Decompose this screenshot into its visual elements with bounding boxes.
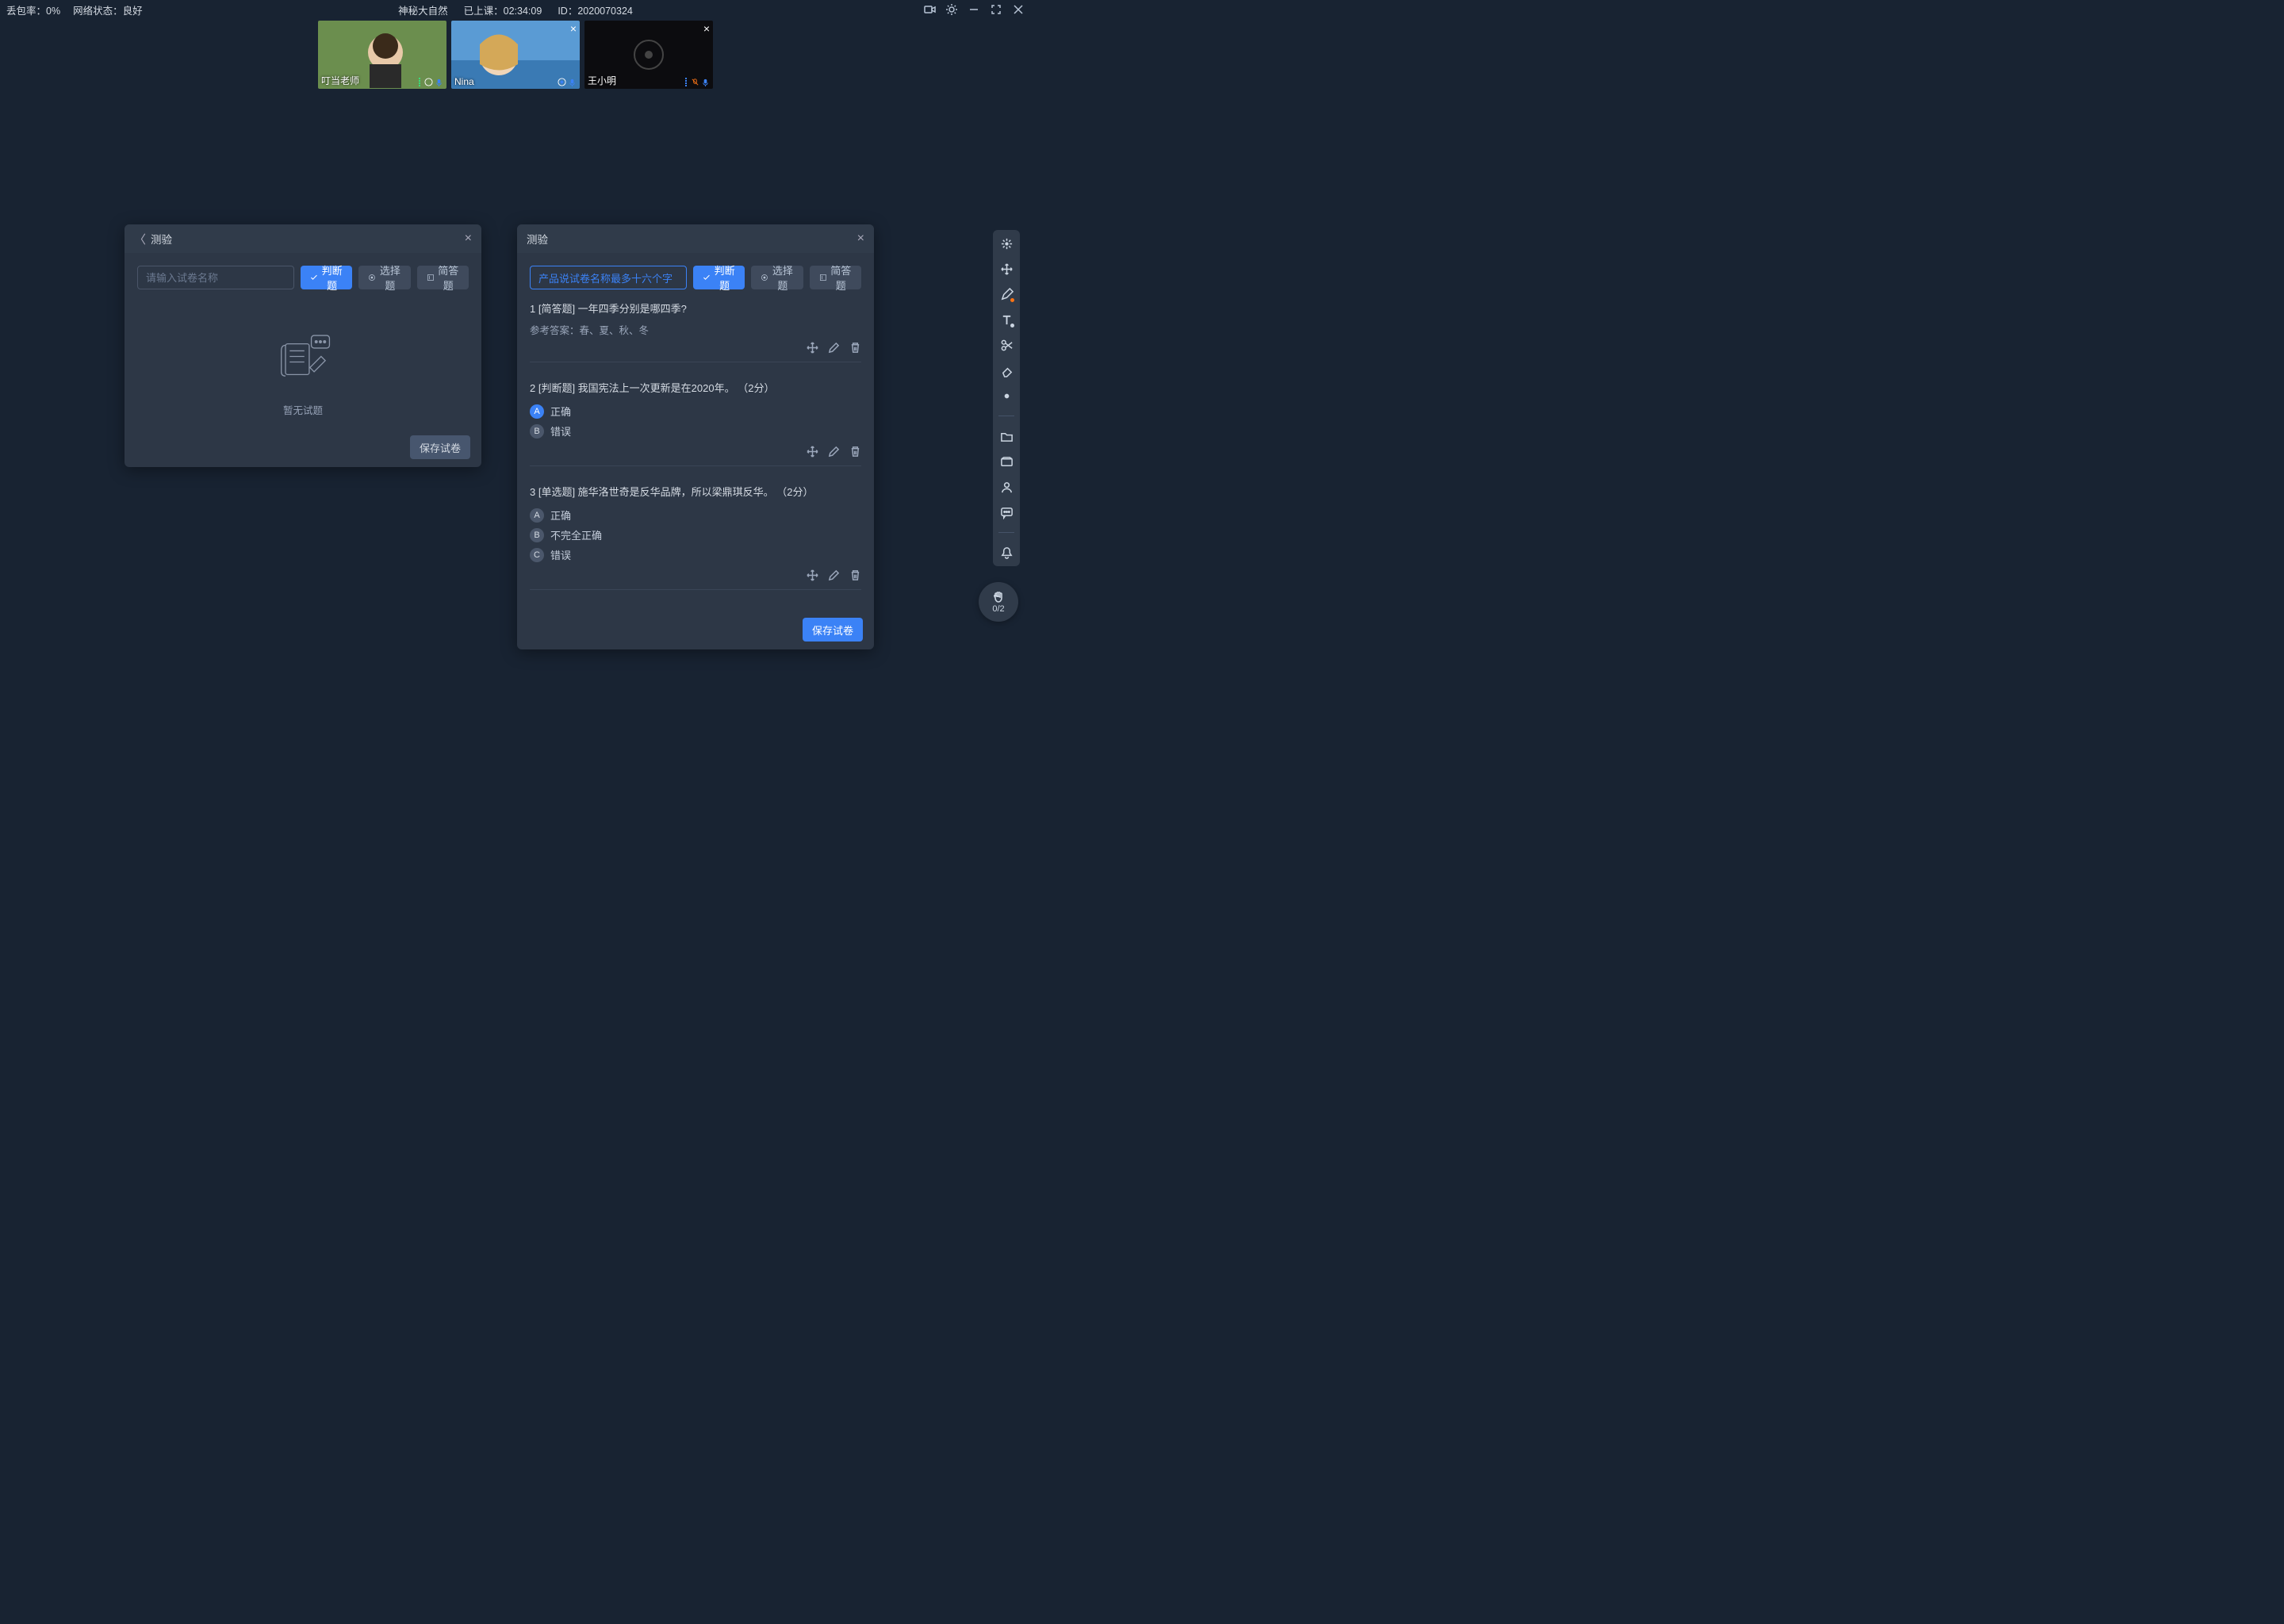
choice-question-button[interactable]: 选择题 [751,266,803,289]
mic-indicator [419,78,443,86]
option-row[interactable]: B 不完全正确 [530,525,861,545]
question-item: 2 [判断题] 我国宪法上一次更新是在2020年。 （2分） A 正确 B 错误 [530,380,861,466]
right-toolbar [993,230,1020,566]
video-name: 王小明 [588,74,616,87]
camera-icon[interactable] [923,3,936,16]
separator [998,532,1014,533]
save-quiz-button[interactable]: 保存试卷 [410,435,470,459]
delete-icon[interactable] [849,446,861,458]
move-icon[interactable] [807,569,818,581]
topbar: 丢包率：0% 网络状态：良好 神秘大自然 已上课：02:34:09 ID：202… [0,0,1031,19]
delete-icon[interactable] [849,342,861,354]
raise-hand-button[interactable]: 0/2 [979,582,1018,622]
option-row[interactable]: A 正确 [530,401,861,421]
option-text: 不完全正确 [550,527,602,542]
hand-count: 0/2 [992,604,1004,614]
question-header: 3 [单选题] 施华洛世奇是反华品牌，所以梁鼎琪反华。 （2分） [530,484,861,499]
video-name: Nina [454,76,474,87]
judge-question-button[interactable]: 判断题 [301,266,352,289]
quiz-panel-filled: 测验 × 判断题 选择题 简答题 1 [简答题] 一年四季分别是哪四季? 参考答案… [517,224,874,649]
video-tile-student[interactable]: × 王小明 [584,21,713,89]
close-icon[interactable] [1012,3,1025,16]
mic-indicator [558,78,577,86]
cursor-tool-icon[interactable] [999,236,1014,251]
quiz-name-input[interactable] [530,266,687,289]
minimize-icon[interactable] [968,3,980,16]
choice-question-button[interactable]: 选择题 [358,266,410,289]
question-actions [530,446,861,458]
network-status: 网络状态：良好 [73,2,143,17]
maximize-icon[interactable] [990,3,1002,16]
mic-indicator [685,78,710,86]
option-letter: A [530,508,544,523]
option-row[interactable]: C 错误 [530,545,861,565]
empty-state: 暂无试题 [137,301,469,425]
quiz-name-input[interactable] [137,266,294,289]
back-icon[interactable]: 〈 [134,231,146,247]
packet-loss: 丢包率：0% [6,2,60,17]
panel-header: 测验 × [517,224,874,253]
short-answer-button[interactable]: 简答题 [417,266,469,289]
option-text: 错误 [550,423,571,439]
user-tool-icon[interactable] [999,480,1014,494]
option-letter: C [530,548,544,562]
option-text: 错误 [550,547,571,562]
judge-question-button[interactable]: 判断题 [693,266,745,289]
option-letter: A [530,404,544,419]
video-tile-student[interactable]: × Nina [451,21,580,89]
class-id: ID：2020070324 [558,2,633,17]
panel-close-icon[interactable]: × [857,232,864,246]
panel-header: 〈 测验 × [125,224,481,253]
question-actions [530,569,861,581]
folder-tool-icon[interactable] [999,429,1014,443]
class-title: 神秘大自然 [398,2,448,17]
move-icon[interactable] [807,446,818,458]
quiz-panel-empty: 〈 测验 × 判断题 选择题 简答题 暂无试题 保存试卷 [125,224,481,467]
tile-close-icon[interactable]: × [703,22,710,35]
camera-off-icon [634,40,664,70]
panel-title: 测验 [151,231,172,247]
option-row[interactable]: A 正确 [530,505,861,525]
question-item: 3 [单选题] 施华洛世奇是反华品牌，所以梁鼎琪反华。 （2分） A 正确 B 不完全正… [530,484,861,590]
question-actions [530,342,861,354]
video-tile-teacher[interactable]: 叮当老师 [318,21,446,89]
option-text: 正确 [550,404,571,419]
video-strip: 叮当老师 × Nina × 王小明 [0,19,1031,90]
bell-tool-icon[interactable] [999,546,1014,560]
edit-icon[interactable] [828,569,840,581]
save-quiz-button[interactable]: 保存试卷 [803,618,863,642]
short-answer-button[interactable]: 简答题 [810,266,861,289]
scissors-tool-icon[interactable] [999,338,1014,352]
edit-icon[interactable] [828,446,840,458]
class-time: 已上课：02:34:09 [464,2,542,17]
settings-icon[interactable] [945,3,958,16]
pen-tool-icon[interactable] [999,287,1014,301]
panel-close-icon[interactable]: × [465,232,472,246]
panel-title: 测验 [527,231,548,247]
question-header: 1 [简答题] 一年四季分别是哪四季? [530,301,861,316]
delete-icon[interactable] [849,569,861,581]
chat-tool-icon[interactable] [999,505,1014,519]
move-tool-icon[interactable] [999,262,1014,276]
question-item: 1 [简答题] 一年四季分别是哪四季? 参考答案：春、夏、秋、冬 [530,301,861,362]
media-tool-icon[interactable] [999,454,1014,469]
video-name: 叮当老师 [321,74,359,87]
empty-text: 暂无试题 [283,402,323,417]
eraser-tool-icon[interactable] [999,363,1014,377]
option-row[interactable]: B 错误 [530,421,861,441]
option-text: 正确 [550,508,571,523]
option-letter: B [530,528,544,542]
tile-close-icon[interactable]: × [570,22,577,35]
question-header: 2 [判断题] 我国宪法上一次更新是在2020年。 （2分） [530,380,861,395]
text-tool-icon[interactable] [999,312,1014,327]
move-icon[interactable] [807,342,818,354]
option-letter: B [530,424,544,439]
edit-icon[interactable] [828,342,840,354]
question-list: 1 [简答题] 一年四季分别是哪四季? 参考答案：春、夏、秋、冬 2 [判断题] … [530,301,861,610]
brightness-tool-icon[interactable] [999,389,1014,403]
reference-answer: 参考答案：春、夏、秋、冬 [530,322,861,337]
